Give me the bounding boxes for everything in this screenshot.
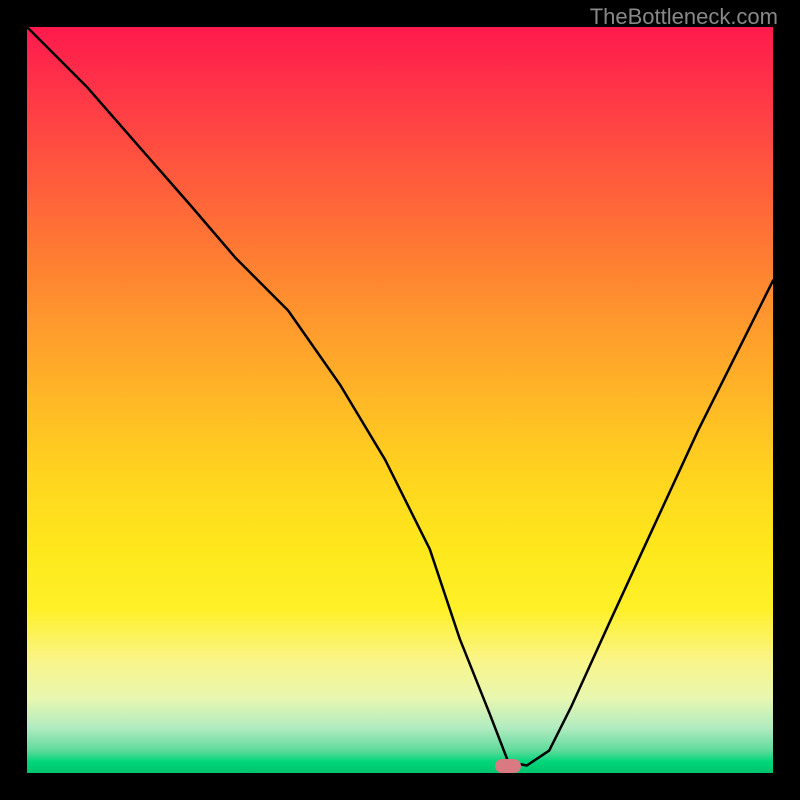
optimal-indicator: [495, 759, 521, 773]
watermark-text: TheBottleneck.com: [590, 4, 778, 30]
plot-area: [27, 27, 773, 773]
bottleneck-curve: [27, 27, 773, 773]
chart-container: TheBottleneck.com: [0, 0, 800, 800]
